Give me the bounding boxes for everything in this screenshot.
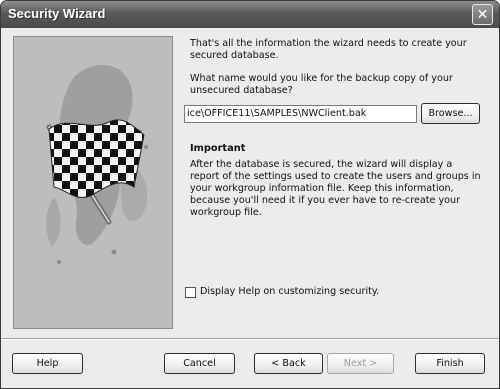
browse-button[interactable]: Browse... <box>421 103 480 124</box>
wizard-body: That's all the information the wizard ne… <box>1 28 499 388</box>
next-button[interactable]: Next > <box>327 353 394 374</box>
help-button[interactable]: Help <box>12 353 83 374</box>
backup-name-question: What name would you like for the backup … <box>190 73 453 96</box>
display-help-label[interactable]: Display Help on customizing security. <box>200 286 379 297</box>
checkered-flag-icon <box>46 65 148 264</box>
backup-path-input[interactable]: ice\OFFICE11\SAMPLES\NWClient.bak <box>184 105 417 123</box>
important-heading: Important <box>190 143 246 154</box>
intro-text: That's all the information the wizard ne… <box>190 38 467 61</box>
title-bar[interactable]: Security Wizard ✕ <box>1 1 499 28</box>
window-title: Security Wizard <box>8 6 106 21</box>
important-note: After the database is secured, the wizar… <box>190 159 481 218</box>
finish-button[interactable]: Finish <box>415 353 485 374</box>
cancel-button[interactable]: Cancel <box>164 353 235 374</box>
wizard-image-panel <box>13 36 173 329</box>
back-button[interactable]: < Back <box>254 353 323 374</box>
display-help-checkbox[interactable] <box>185 287 196 298</box>
security-wizard-window: Security Wizard ✕ That's all the informa… <box>0 0 500 389</box>
close-button[interactable]: ✕ <box>472 4 493 25</box>
button-separator <box>1 338 499 340</box>
close-icon: ✕ <box>476 7 489 23</box>
